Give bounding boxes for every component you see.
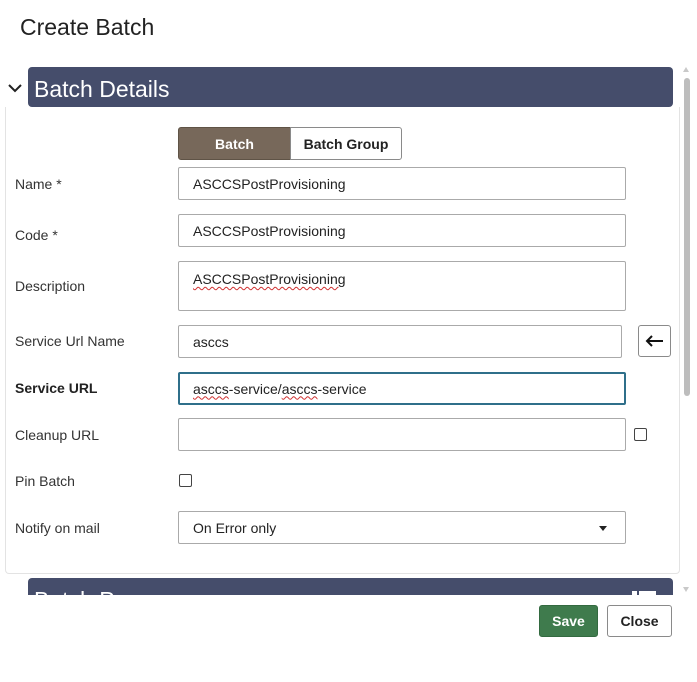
back-arrow-button[interactable]: [638, 325, 671, 357]
next-section-header[interactable]: Batch P: [28, 578, 673, 595]
service-url-value-part: -service: [317, 380, 367, 397]
service-url-value-part: asccs: [193, 380, 229, 397]
save-button[interactable]: Save: [539, 605, 598, 637]
description-label: Description: [15, 278, 86, 294]
batch-type-batch-group-toggle[interactable]: Batch Group: [290, 127, 402, 160]
service-url-name-input[interactable]: asccs: [178, 325, 622, 358]
next-section-title: Batch P: [34, 587, 115, 595]
batch-details-title: Batch Details: [34, 76, 170, 102]
scroll-up-arrow-icon[interactable]: [683, 67, 689, 72]
close-button[interactable]: Close: [607, 605, 672, 637]
arrow-left-icon: [645, 335, 663, 347]
name-label: Name *: [15, 176, 62, 192]
service-url-value-part: -service/: [228, 380, 282, 397]
service-url-label: Service URL: [15, 380, 98, 396]
service-url-name-label: Service Url Name: [15, 333, 125, 349]
table-icon: [632, 591, 656, 595]
notify-on-mail-select[interactable]: On Error only: [178, 511, 626, 544]
service-url-input[interactable]: asccs-service/asccs-service: [178, 372, 626, 405]
notify-on-mail-label: Notify on mail: [15, 520, 100, 536]
notify-on-mail-value: On Error only: [193, 519, 277, 536]
name-value: ASCCSPostProvisioning: [193, 175, 346, 192]
cleanup-url-checkbox[interactable]: [634, 428, 647, 441]
pin-batch-checkbox[interactable]: [179, 474, 192, 487]
caret-down-icon: [599, 526, 607, 531]
description-value: ASCCSPostProvisioning: [193, 271, 346, 287]
code-value: ASCCSPostProvisioning: [193, 222, 346, 239]
batch-type-batch-toggle[interactable]: Batch: [178, 127, 291, 160]
service-url-name-value: asccs: [193, 333, 229, 350]
cleanup-url-input[interactable]: [178, 418, 626, 451]
scrollbar-thumb[interactable]: [684, 78, 690, 396]
next-section-viewport: Batch P: [0, 578, 697, 595]
dialog-title: Create Batch: [20, 14, 155, 40]
cleanup-url-label: Cleanup URL: [15, 427, 100, 443]
batch-details-header[interactable]: Batch Details: [28, 67, 673, 107]
code-input[interactable]: ASCCSPostProvisioning: [178, 214, 626, 247]
code-label: Code *: [15, 227, 58, 243]
chevron-down-icon[interactable]: [6, 78, 24, 98]
service-url-value: asccs-service/asccs-service: [193, 381, 367, 397]
service-url-value-part: asccs: [281, 380, 318, 397]
pin-batch-label: Pin Batch: [15, 473, 75, 489]
name-input[interactable]: ASCCSPostProvisioning: [178, 167, 626, 200]
description-textarea[interactable]: ASCCSPostProvisioning: [178, 261, 626, 311]
